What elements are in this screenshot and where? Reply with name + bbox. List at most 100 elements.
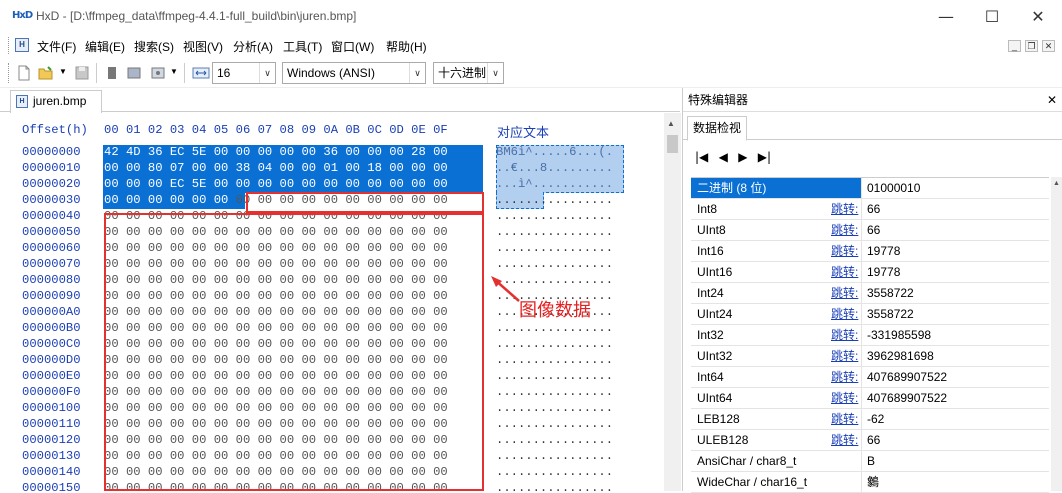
charset-select[interactable]: Windows (ANSI) ∨ [282,62,426,84]
maximize-button[interactable]: ☐ [969,0,1015,33]
tab-data-inspector[interactable]: 数据检视 [687,116,747,141]
jump-link[interactable]: 跳转: [831,262,858,282]
chevron-down-icon[interactable]: ∨ [409,63,425,83]
menu-edit[interactable]: 编辑(E) [85,38,125,55]
row-offset: 00000140 [22,465,81,479]
row-text[interactable]: ................ [496,241,613,255]
row-text[interactable]: ................ [496,321,613,335]
disk-image-icon[interactable] [150,65,166,81]
close-icon[interactable]: ✕ [1047,88,1057,112]
inspector-row-int24[interactable]: Int24 跳转: 3558722 [691,283,1049,304]
ram-icon[interactable] [104,65,120,81]
bytes-per-row-select[interactable]: 16 ∨ [212,62,276,84]
inspector-row-ansichar[interactable]: AnsiChar / char8_t B [691,451,1049,472]
annotation-box-pixel-data [104,213,484,491]
scroll-up-icon[interactable]: ▲ [1053,180,1060,187]
row-text[interactable]: ................ [496,385,613,399]
row-text[interactable]: ................ [496,465,613,479]
mdi-close-button[interactable]: ✕ [1042,40,1055,52]
row-bytes[interactable]: 00 00 80 07 00 00 38 04 00 00 01 00 18 0… [104,161,484,175]
chevron-down-icon[interactable]: ∨ [487,63,503,83]
open-file-icon[interactable] [38,65,54,81]
row-text[interactable]: BM6ì^.....6...(. [496,145,613,159]
inspector-row-uint32[interactable]: UInt32 跳转: 3962981698 [691,346,1049,367]
inspector-row-leb128[interactable]: LEB128 跳转: -62 [691,409,1049,430]
jump-link[interactable]: 跳转: [831,283,858,303]
row-bytes[interactable]: 00 00 00 EC 5E 00 00 00 00 00 00 00 00 0… [104,177,484,191]
close-button[interactable]: ✕ [1015,0,1061,33]
menu-help[interactable]: 帮助(H) [386,38,427,55]
row-text[interactable]: ................ [496,225,613,239]
save-icon[interactable] [74,65,90,81]
inspector-row-int16[interactable]: Int16 跳转: 19778 [691,241,1049,262]
jump-link[interactable]: 跳转: [831,346,858,366]
first-icon[interactable]: |◀ [695,150,708,164]
inspector-scrollbar[interactable]: ▲ [1051,177,1062,491]
toolbar-grip[interactable] [8,63,11,83]
inspector-row-int32[interactable]: Int32 跳转: -331985598 [691,325,1049,346]
hex-editor[interactable]: Offset(h) 00 01 02 03 04 05 06 07 08 09 … [0,113,664,491]
row-text[interactable]: ................ [496,369,613,383]
jump-link[interactable]: 跳转: [831,241,858,261]
jump-link[interactable]: 跳转: [831,409,858,429]
scroll-thumb[interactable] [667,135,678,153]
jump-link[interactable]: 跳转: [831,325,858,345]
row-text[interactable]: ..€...8......... [496,161,613,175]
mdi-restore-button[interactable]: ❐ [1025,40,1038,52]
open-dropdown-icon[interactable]: ▼ [59,67,67,76]
inspector-row-uint64[interactable]: UInt64 跳转: 407689907522 [691,388,1049,409]
row-offset: 00000080 [22,273,81,287]
scroll-up-icon[interactable]: ▲ [667,119,675,128]
row-text[interactable]: ...ì^........... [496,177,613,191]
document-icon[interactable]: H [15,38,29,52]
offset-base-select[interactable]: 十六进制 ∨ [433,62,504,84]
row-text[interactable]: ................ [496,449,613,463]
row-text[interactable]: ................ [496,433,613,447]
disk-icon[interactable] [126,65,142,81]
row-text[interactable]: ................ [496,257,613,271]
previous-icon[interactable]: ◀ [719,150,728,164]
title-bar: HxD HxD - [D:\ffmpeg_data\ffmpeg-4.4.1-f… [0,0,1062,33]
document-tab-strip: H juren.bmp [0,88,680,113]
menu-view[interactable]: 视图(V) [183,38,223,55]
row-text[interactable]: ................ [496,337,613,351]
last-icon[interactable]: ▶| [758,150,771,164]
inspector-row-uleb128[interactable]: ULEB128 跳转: 66 [691,430,1049,451]
data-inspector-table: 二进制 (8 位) 01000010 Int8 跳转: 66 UInt8 跳转: 66 I… [691,177,1049,493]
panel-tab-bar: 数据检视 [683,112,1062,141]
tab-juren-bmp[interactable]: H juren.bmp [10,90,102,113]
hex-scrollbar[interactable]: ▲ [664,113,681,491]
row-text[interactable]: ................ [496,417,613,431]
row-text[interactable]: ................ [496,401,613,415]
menu-grip[interactable] [8,37,11,54]
row-bytes[interactable]: 42 4D 36 EC 5E 00 00 00 00 00 36 00 00 0… [104,145,484,159]
mdi-minimize-button[interactable]: _ [1008,40,1021,52]
jump-link[interactable]: 跳转: [831,367,858,387]
inspector-row-int8[interactable]: Int8 跳转: 66 [691,199,1049,220]
inspector-row-widechar[interactable]: WideChar / char16_t 䴂 [691,472,1049,493]
next-icon[interactable]: ▶ [738,150,747,164]
jump-link[interactable]: 跳转: [831,430,858,450]
row-text[interactable]: ................ [496,481,613,491]
inspector-row-uint24[interactable]: UInt24 跳转: 3558722 [691,304,1049,325]
row-text[interactable]: ................ [496,209,613,223]
row-text[interactable]: ................ [496,193,613,207]
chevron-down-icon[interactable]: ∨ [259,63,275,83]
inspector-row-uint8[interactable]: UInt8 跳转: 66 [691,220,1049,241]
row-text[interactable]: ................ [496,353,613,367]
menu-analysis[interactable]: 分析(A) [233,38,273,55]
inspector-row-binary[interactable]: 二进制 (8 位) 01000010 [691,178,1049,199]
menu-window[interactable]: 窗口(W) [331,38,374,55]
minimize-button[interactable]: — [923,0,969,33]
menu-search[interactable]: 搜索(S) [134,38,174,55]
jump-link[interactable]: 跳转: [831,199,858,219]
inspector-row-uint16[interactable]: UInt16 跳转: 19778 [691,262,1049,283]
new-file-icon[interactable] [16,65,32,81]
jump-link[interactable]: 跳转: [831,220,858,240]
menu-tools[interactable]: 工具(T) [283,38,322,55]
jump-link[interactable]: 跳转: [831,304,858,324]
inspector-row-int64[interactable]: Int64 跳转: 407689907522 [691,367,1049,388]
disk-dropdown-icon[interactable]: ▼ [170,67,178,76]
menu-file[interactable]: 文件(F) [37,38,76,55]
jump-link[interactable]: 跳转: [831,388,858,408]
